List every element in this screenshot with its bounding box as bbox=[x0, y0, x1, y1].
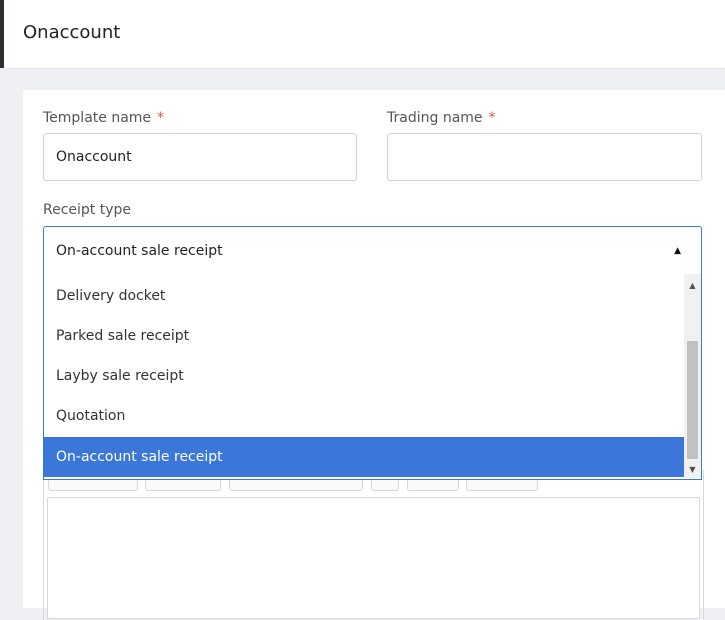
dropdown-option-parked-sale-receipt[interactable]: Parked sale receipt bbox=[44, 316, 684, 356]
scroll-down-icon[interactable]: ▼ bbox=[684, 461, 701, 478]
receipt-type-label: Receipt type bbox=[43, 202, 132, 218]
scroll-thumb[interactable] bbox=[687, 341, 698, 459]
dropdown-option-quotation[interactable]: Quotation bbox=[44, 396, 684, 436]
template-name-value: Onaccount bbox=[56, 149, 132, 165]
scroll-up-icon[interactable]: ▲ bbox=[684, 277, 701, 294]
receipt-type-selected-value: On-account sale receipt bbox=[56, 243, 223, 259]
required-mark: * bbox=[157, 110, 165, 126]
editor-content-area[interactable] bbox=[47, 497, 700, 619]
required-mark: * bbox=[488, 110, 496, 126]
receipt-type-dropdown: Delivery docket Parked sale receipt Layb… bbox=[43, 274, 702, 480]
trading-name-input[interactable] bbox=[387, 133, 702, 181]
dropdown-option-on-account-sale-receipt[interactable]: On-account sale receipt bbox=[44, 437, 684, 477]
receipt-type-select[interactable]: On-account sale receipt ▲ bbox=[43, 226, 702, 274]
caret-up-icon: ▲ bbox=[674, 246, 681, 256]
trading-name-label-text: Trading name bbox=[387, 110, 483, 126]
trading-name-label: Trading name * bbox=[387, 110, 496, 126]
template-name-label: Template name * bbox=[43, 110, 164, 126]
dropdown-option-delivery-docket[interactable]: Delivery docket bbox=[44, 276, 684, 316]
page-title: Onaccount bbox=[23, 22, 121, 43]
template-name-input[interactable]: Onaccount bbox=[43, 133, 357, 181]
template-name-label-text: Template name bbox=[43, 110, 152, 126]
dropdown-option-layby-sale-receipt[interactable]: Layby sale receipt bbox=[44, 356, 684, 396]
page-header: Onaccount bbox=[4, 0, 725, 69]
dropdown-scrollbar[interactable]: ▲ ▼ bbox=[684, 274, 701, 478]
